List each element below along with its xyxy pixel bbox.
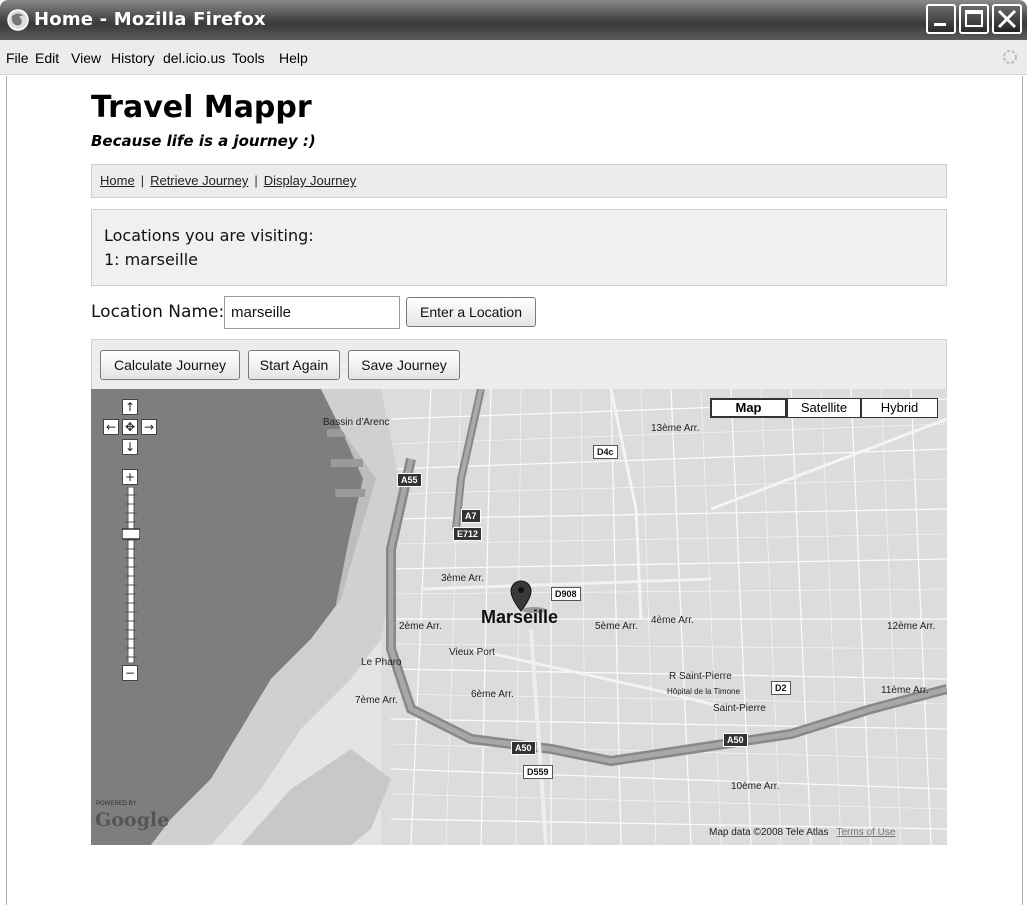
- map-label: Saint-Pierre: [713, 703, 766, 714]
- minimize-button[interactable]: [926, 4, 956, 34]
- nav-link-home[interactable]: Home: [100, 173, 135, 188]
- location-marker-icon[interactable]: [509, 579, 533, 613]
- save-journey-button[interactable]: Save Journey: [348, 350, 460, 380]
- minimize-icon: [934, 23, 946, 26]
- map-label: 6ème Arr.: [471, 689, 514, 700]
- map-label: 3ème Arr.: [441, 573, 484, 584]
- road-shield: A7: [461, 509, 481, 523]
- map-label: R Saint-Pierre: [669, 671, 732, 682]
- map-label: 4ème Arr.: [651, 615, 694, 626]
- map-label: 10ème Arr.: [731, 781, 780, 792]
- road-shield: A50: [723, 733, 748, 747]
- map-label: 2ème Arr.: [399, 621, 442, 632]
- road-shield: D2: [771, 681, 791, 695]
- menu-history[interactable]: History: [111, 50, 155, 66]
- zoom-in-icon[interactable]: +: [122, 469, 138, 485]
- pan-right-icon[interactable]: →: [141, 419, 157, 435]
- browser-content: Travel Mappr Because life is a journey :…: [6, 76, 1023, 905]
- road-shield: A55: [397, 473, 422, 487]
- pan-left-icon[interactable]: ←: [103, 419, 119, 435]
- location-name-input[interactable]: [224, 296, 400, 329]
- throbber-icon: [1003, 50, 1017, 64]
- road-shield: A50: [511, 741, 536, 755]
- map-view[interactable]: Map Satellite Hybrid ↑ ← ✥ → ↓ + − Bassi…: [91, 389, 947, 845]
- road-shield: E712: [453, 527, 483, 541]
- menu-bar: File Edit View History del.icio.us Tools…: [0, 40, 1027, 75]
- terms-of-use-link[interactable]: Terms of Use: [837, 827, 896, 838]
- pan-center-icon[interactable]: ✥: [122, 419, 138, 435]
- map-copyright: Map data ©2008 Tele Atlas Terms of Use: [709, 827, 895, 838]
- window-titlebar: Home - Mozilla Firefox: [0, 0, 1027, 40]
- close-icon: [997, 9, 1017, 29]
- window-title: Home - Mozilla Firefox: [34, 9, 266, 30]
- map-label: 5ème Arr.: [595, 621, 638, 632]
- enter-location-button[interactable]: Enter a Location: [406, 297, 536, 327]
- zoom-out-icon[interactable]: −: [122, 665, 138, 681]
- map-label: Vieux Port: [449, 647, 495, 658]
- menu-file[interactable]: File: [6, 50, 29, 66]
- locations-heading: Locations you are visiting:: [104, 226, 314, 245]
- pan-down-icon[interactable]: ↓: [122, 439, 138, 455]
- map-label: 12ème Arr.: [887, 621, 936, 632]
- menu-help[interactable]: Help: [279, 50, 308, 66]
- maximize-button[interactable]: [959, 4, 989, 34]
- map-label: 13ème Arr.: [651, 423, 700, 434]
- map-type-map-button[interactable]: Map: [710, 398, 787, 418]
- road-shield: D908: [551, 587, 581, 601]
- map-label: Le Pharo: [361, 657, 402, 668]
- map-label: Bassin d'Arenc: [323, 417, 390, 428]
- map-label: Hôpital de la Timone: [667, 687, 740, 696]
- map-label: 7ème Arr.: [355, 695, 398, 706]
- nav-bar: Home | Retrieve Journey | Display Journey: [91, 164, 947, 198]
- road-shield: D559: [523, 765, 553, 779]
- calculate-journey-button[interactable]: Calculate Journey: [100, 350, 240, 380]
- locations-panel: Locations you are visiting: 1: marseille: [91, 209, 947, 286]
- start-again-button[interactable]: Start Again: [248, 350, 340, 380]
- nav-separator: |: [254, 173, 258, 188]
- nav-link-display-journey[interactable]: Display Journey: [264, 173, 357, 188]
- powered-by-text: POWERED BY: [96, 801, 137, 807]
- firefox-icon: [7, 9, 29, 31]
- maximize-icon: [965, 10, 983, 27]
- location-name-label: Location Name:: [91, 302, 225, 322]
- close-button[interactable]: [992, 4, 1022, 34]
- journey-toolbar: Calculate Journey Start Again Save Journ…: [91, 339, 947, 391]
- site-title: Travel Mappr: [91, 90, 312, 125]
- google-logo[interactable]: Google: [95, 809, 169, 831]
- zoom-slider-handle[interactable]: [122, 528, 140, 540]
- menu-edit[interactable]: Edit: [35, 50, 59, 66]
- zoom-slider[interactable]: [122, 487, 140, 663]
- copyright-text: Map data ©2008 Tele Atlas: [709, 827, 829, 838]
- map-type-satellite-button[interactable]: Satellite: [787, 398, 861, 418]
- site-tagline: Because life is a journey :): [91, 132, 316, 150]
- map-type-hybrid-button[interactable]: Hybrid: [861, 398, 938, 418]
- location-list-item: 1: marseille: [104, 250, 198, 269]
- menu-delicious[interactable]: del.icio.us: [163, 50, 225, 66]
- map-label: 11ème Arr.: [881, 685, 929, 696]
- pan-up-icon[interactable]: ↑: [122, 399, 138, 415]
- nav-link-retrieve-journey[interactable]: Retrieve Journey: [150, 173, 248, 188]
- menu-tools[interactable]: Tools: [232, 50, 265, 66]
- nav-separator: |: [140, 173, 145, 188]
- road-shield: D4c: [593, 445, 618, 459]
- menu-view[interactable]: View: [71, 50, 101, 66]
